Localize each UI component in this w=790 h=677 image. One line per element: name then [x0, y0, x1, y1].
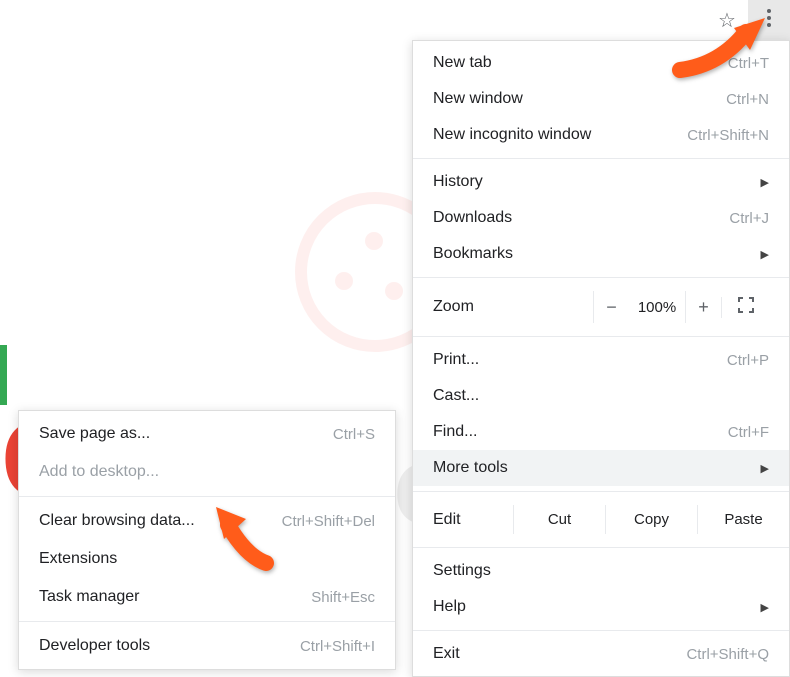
zoom-out-button[interactable]: −	[593, 291, 629, 323]
fullscreen-button[interactable]	[721, 297, 769, 318]
submenu-save-page-as[interactable]: Save page as... Ctrl+S	[19, 415, 395, 453]
menu-divider	[19, 496, 395, 497]
menu-shortcut: Ctrl+F	[728, 424, 769, 441]
menu-shortcut: Ctrl+N	[726, 91, 769, 108]
menu-divider	[413, 491, 789, 492]
zoom-label: Zoom	[433, 298, 593, 316]
menu-label: Exit	[433, 645, 666, 663]
menu-new-window[interactable]: New window Ctrl+N	[413, 81, 789, 117]
menu-label: Downloads	[433, 209, 709, 227]
menu-shortcut: Ctrl+P	[727, 352, 769, 369]
menu-label: Print...	[433, 351, 707, 369]
chevron-right-icon: ▶	[761, 601, 769, 614]
zoom-in-button[interactable]: +	[685, 291, 721, 323]
annotation-arrow-clear-data	[206, 501, 286, 576]
chevron-right-icon: ▶	[761, 248, 769, 261]
paste-button[interactable]: Paste	[697, 505, 789, 534]
menu-help[interactable]: Help ▶	[413, 589, 789, 625]
menu-label: Settings	[433, 562, 769, 580]
menu-shortcut: Ctrl+Shift+Q	[686, 646, 769, 663]
menu-zoom-row: Zoom − 100% +	[413, 283, 789, 331]
menu-print[interactable]: Print... Ctrl+P	[413, 342, 789, 378]
menu-label: New tab	[433, 54, 708, 72]
submenu-developer-tools[interactable]: Developer tools Ctrl+Shift+I	[19, 627, 395, 665]
menu-downloads[interactable]: Downloads Ctrl+J	[413, 200, 789, 236]
menu-shortcut: Ctrl+Shift+I	[300, 638, 375, 655]
menu-label: New window	[433, 90, 706, 108]
menu-label: Add to desktop...	[39, 463, 375, 481]
cut-button[interactable]: Cut	[513, 505, 605, 534]
fullscreen-icon	[738, 297, 754, 318]
edit-label: Edit	[433, 511, 513, 529]
chevron-right-icon: ▶	[761, 462, 769, 475]
menu-cast[interactable]: Cast...	[413, 378, 789, 414]
menu-label: Help	[433, 598, 749, 616]
annotation-arrow-menu	[670, 10, 780, 85]
menu-shortcut: Ctrl+Shift+N	[687, 127, 769, 144]
menu-shortcut: Ctrl+S	[333, 426, 375, 443]
menu-new-incognito[interactable]: New incognito window Ctrl+Shift+N	[413, 117, 789, 153]
menu-divider	[413, 158, 789, 159]
menu-label: Find...	[433, 423, 708, 441]
menu-divider	[413, 277, 789, 278]
menu-divider	[19, 621, 395, 622]
menu-label: History	[433, 173, 749, 191]
zoom-value: 100%	[629, 299, 685, 316]
submenu-task-manager[interactable]: Task manager Shift+Esc	[19, 578, 395, 616]
menu-find[interactable]: Find... Ctrl+F	[413, 414, 789, 450]
menu-divider	[413, 336, 789, 337]
menu-label: More tools	[433, 459, 749, 477]
menu-label: Cast...	[433, 387, 769, 405]
menu-settings[interactable]: Settings	[413, 553, 789, 589]
menu-shortcut: Ctrl+Shift+Del	[282, 513, 375, 530]
submenu-add-to-desktop[interactable]: Add to desktop...	[19, 453, 395, 491]
menu-divider	[413, 630, 789, 631]
menu-label: Save page as...	[39, 425, 313, 443]
menu-shortcut: Ctrl+J	[729, 210, 769, 227]
copy-button[interactable]: Copy	[605, 505, 697, 534]
menu-shortcut: Shift+Esc	[311, 589, 375, 606]
menu-label: New incognito window	[433, 126, 667, 144]
menu-label: Bookmarks	[433, 245, 749, 263]
menu-label: Task manager	[39, 588, 291, 606]
chevron-right-icon: ▶	[761, 176, 769, 189]
menu-edit-row: Edit Cut Copy Paste	[413, 497, 789, 542]
menu-bookmarks[interactable]: Bookmarks ▶	[413, 236, 789, 272]
menu-exit[interactable]: Exit Ctrl+Shift+Q	[413, 636, 789, 672]
menu-divider	[413, 547, 789, 548]
menu-label: Developer tools	[39, 637, 280, 655]
menu-more-tools[interactable]: More tools ▶	[413, 450, 789, 486]
menu-history[interactable]: History ▶	[413, 164, 789, 200]
chrome-main-menu: New tab Ctrl+T New window Ctrl+N New inc…	[412, 40, 790, 677]
